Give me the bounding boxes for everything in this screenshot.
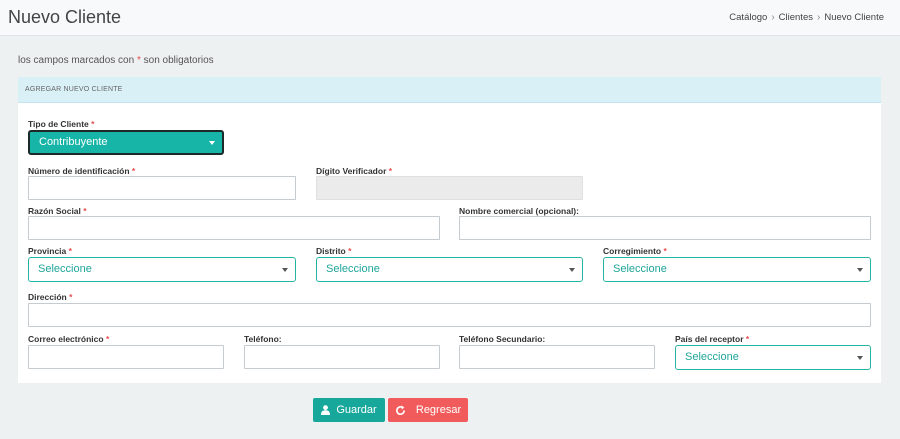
nombre-comercial-label: Nombre comercial (opcional): [459,206,579,216]
identificacion-input[interactable] [28,176,296,200]
identificacion-label: Número de identificación * [28,166,136,176]
page-header: Nuevo Cliente Catálogo › Clientes › Nuev… [0,0,900,36]
card-header: AGREGAR NUEVO CLIENTE [18,77,881,103]
razon-social-label: Razón Social * [28,206,87,216]
distrito-select[interactable]: Seleccione [316,257,583,282]
razon-social-input[interactable] [28,216,440,240]
caret-down-icon [282,268,288,272]
telefono-secundario-input[interactable] [459,345,655,369]
telefono-secundario-label: Teléfono Secundario: [459,334,546,344]
pais-receptor-label: País del receptor * [675,334,750,344]
corregimiento-label: Corregimiento * [603,246,667,256]
digito-verificador-label: Dígito Verificador * [316,166,393,176]
breadcrumb: Catálogo › Clientes › Nuevo Cliente [729,12,884,23]
client-form-card: AGREGAR NUEVO CLIENTE Tipo de Cliente * … [18,77,881,383]
correo-label: Correo electrónico * [28,334,110,344]
required-star: * [136,55,141,66]
page-title: Nuevo Cliente [8,7,122,27]
direccion-label: Dirección * [28,292,73,302]
digito-verificador-input [316,176,583,200]
pais-receptor-select[interactable]: Seleccione [675,345,871,370]
breadcrumb-item-clientes[interactable]: Clientes [779,12,813,23]
distrito-label: Distrito * [316,246,352,256]
correo-input[interactable] [28,345,224,369]
corregimiento-select[interactable]: Seleccione [603,257,871,282]
breadcrumb-item-catalogo[interactable]: Catálogo [729,12,767,23]
nombre-comercial-input[interactable] [459,216,871,240]
caret-down-icon [857,268,863,272]
direccion-input[interactable] [28,303,871,327]
chevron-right-icon: › [771,12,775,23]
provincia-label: Provincia * [28,246,72,256]
required-fields-note: los campos marcados con * son obligatori… [18,55,214,66]
save-button[interactable]: Guardar [313,398,385,422]
card-title: AGREGAR NUEVO CLIENTE [25,86,123,93]
caret-down-icon [209,141,215,145]
back-button[interactable]: Regresar [388,398,468,422]
tipo-cliente-select[interactable]: Contribuyente [28,130,224,155]
tipo-cliente-label: Tipo de Cliente * [28,119,95,129]
caret-down-icon [857,356,863,360]
chevron-right-icon: › [816,12,821,23]
telefono-input[interactable] [244,345,440,369]
user-icon [321,405,331,415]
refresh-icon [395,405,405,415]
caret-down-icon [569,268,575,272]
telefono-label: Teléfono: [244,334,282,344]
breadcrumb-item-current: Nuevo Cliente [824,12,884,23]
provincia-select[interactable]: Seleccione [28,257,296,282]
